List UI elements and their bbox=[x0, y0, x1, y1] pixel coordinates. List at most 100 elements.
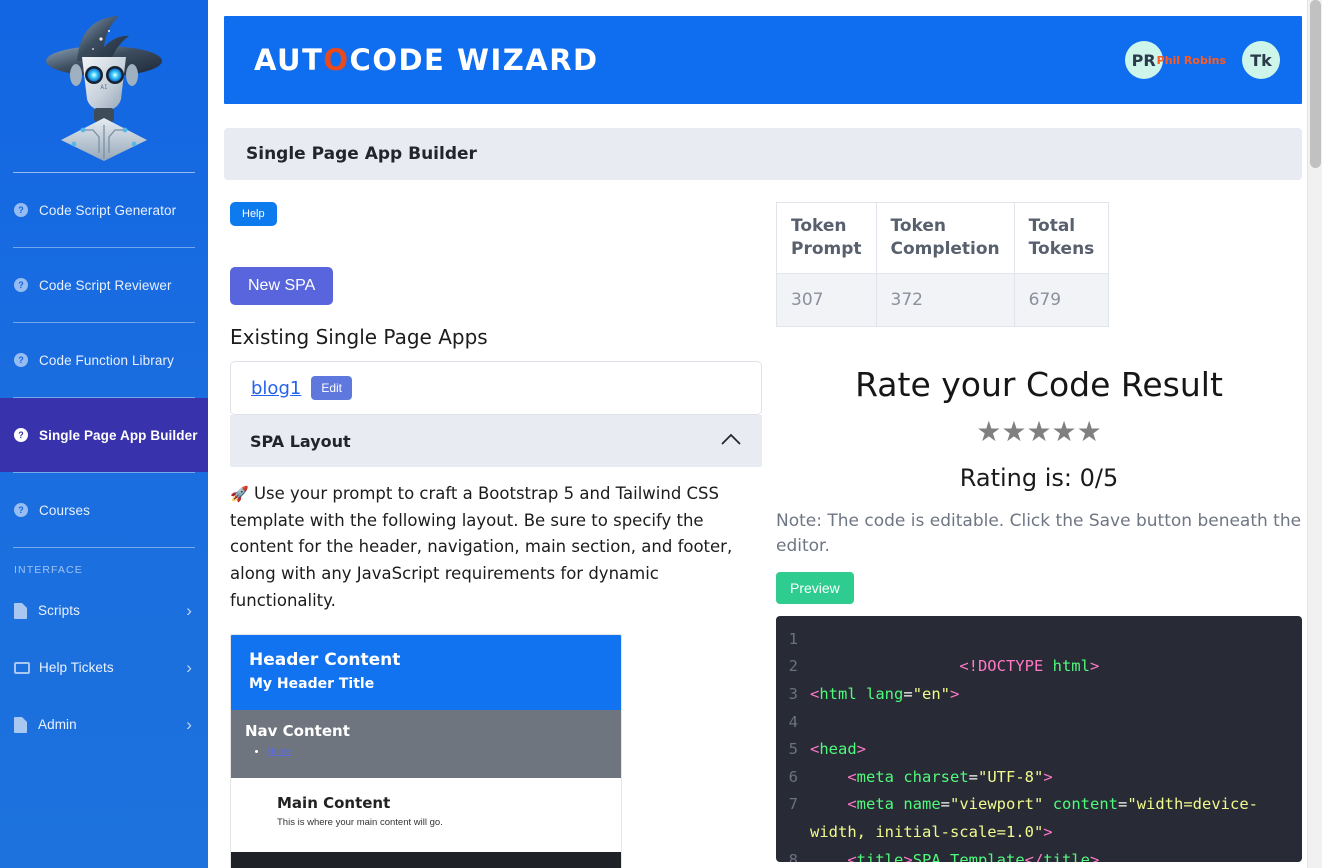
rocket-icon: 🚀 bbox=[230, 485, 249, 503]
wizard-robot-logo-icon: AI bbox=[46, 16, 162, 161]
column-header-token-prompt: Token Prompt bbox=[776, 202, 877, 274]
star-2[interactable]: ★ bbox=[1001, 416, 1026, 447]
sidebar-item-label: Code Script Reviewer bbox=[39, 277, 172, 293]
cell-token-completion: 372 bbox=[875, 272, 1015, 327]
mockup-nav: Nav Content Home bbox=[231, 709, 621, 778]
line-number: 5 bbox=[788, 740, 798, 759]
cell-total-tokens: 679 bbox=[1013, 272, 1110, 327]
help-button[interactable]: Help bbox=[230, 202, 277, 226]
page-title-bar: Single Page App Builder bbox=[224, 128, 1302, 180]
table-header-row: Token Prompt Token Completion Total Toke… bbox=[776, 202, 1110, 274]
new-spa-button[interactable]: New SPA bbox=[230, 267, 334, 305]
star-4[interactable]: ★ bbox=[1052, 416, 1077, 447]
code-line: 3 <html lang="en"> bbox=[784, 681, 1294, 709]
sidebar-item-label: Code Script Generator bbox=[39, 202, 177, 218]
prompt-instructions: 🚀 Use your prompt to craft a Bootstrap 5… bbox=[230, 481, 762, 615]
avatar-secondary[interactable]: Tk bbox=[1242, 41, 1280, 79]
token-usage-table: Token Prompt Token Completion Total Toke… bbox=[776, 202, 1110, 327]
star-rating-widget[interactable]: ★★★★★ bbox=[776, 416, 1302, 447]
sidebar-item-single-page-app-builder[interactable]: ? Single Page App Builder bbox=[0, 398, 208, 472]
sidebar-logo[interactable]: AI bbox=[0, 0, 208, 172]
star-5[interactable]: ★ bbox=[1077, 416, 1102, 447]
question-circle-icon: ? bbox=[14, 278, 28, 292]
scrollbar-thumb[interactable] bbox=[1310, 0, 1321, 168]
cell-token-prompt: 307 bbox=[776, 272, 877, 327]
sidebar-item-code-script-reviewer[interactable]: ? Code Script Reviewer bbox=[0, 248, 208, 322]
mockup-main-title: Main Content bbox=[277, 793, 391, 812]
code-content[interactable]: <head> bbox=[810, 736, 866, 764]
line-number: 2 bbox=[788, 657, 798, 676]
list-item: Home bbox=[267, 746, 607, 756]
brand-accent-letter: O bbox=[323, 43, 350, 77]
sidebar-item-label: Courses bbox=[39, 502, 90, 518]
mockup-main: Main Content This is where your main con… bbox=[231, 777, 621, 852]
mockup-footer: Footer Content bbox=[231, 851, 621, 868]
app-root: AI ? Code Script Generator ? Code Script… bbox=[0, 0, 1322, 868]
brand-part-1: AUT bbox=[254, 43, 324, 77]
top-header-bar: AUTOCODE WIZARD PR Phil Robins Tk bbox=[224, 16, 1302, 104]
sidebar-item-code-function-library[interactable]: ? Code Function Library bbox=[0, 323, 208, 397]
star-3[interactable]: ★ bbox=[1026, 416, 1051, 447]
column-header-token-completion: Token Completion bbox=[875, 202, 1015, 274]
code-line: 7 <meta name="viewport" content="width=d… bbox=[784, 791, 1294, 846]
brand-part-2: CODE WIZARD bbox=[349, 43, 599, 77]
sidebar-section-label: INTERFACE bbox=[14, 564, 83, 576]
code-content[interactable]: <meta charset="UTF-8"> bbox=[810, 764, 1052, 792]
document-icon bbox=[14, 716, 27, 733]
spa-layout-accordion-header[interactable]: SPA Layout bbox=[230, 415, 762, 467]
code-content[interactable]: <title>SPA Template</title> bbox=[810, 847, 1099, 862]
question-circle-icon: ? bbox=[14, 203, 28, 217]
sidebar-item-label: Code Function Library bbox=[39, 352, 174, 368]
right-column: Token Prompt Token Completion Total Toke… bbox=[762, 202, 1302, 868]
editor-note: Note: The code is editable. Click the Sa… bbox=[776, 510, 1302, 557]
question-circle-icon: ? bbox=[14, 503, 28, 517]
mockup-nav-link-home[interactable]: Home bbox=[267, 746, 291, 756]
code-line: 2 <!DOCTYPE html> bbox=[784, 653, 1294, 681]
rating-value-label: Rating is: 0/5 bbox=[959, 463, 1119, 492]
code-line: 6 <meta charset="UTF-8"> bbox=[784, 764, 1294, 792]
code-content[interactable]: <html lang="en"> bbox=[810, 681, 959, 709]
sidebar-item-help-tickets[interactable]: Help Tickets › bbox=[0, 639, 208, 696]
page-scrollbar[interactable] bbox=[1307, 0, 1322, 868]
document-icon bbox=[14, 602, 27, 619]
ticket-icon bbox=[14, 661, 30, 674]
code-content[interactable]: <!DOCTYPE html> bbox=[810, 653, 1099, 681]
sidebar-item-admin[interactable]: Admin › bbox=[0, 696, 208, 753]
sidebar-item-label: Help Tickets bbox=[39, 660, 114, 675]
sidebar-item-label: Single Page App Builder bbox=[39, 427, 198, 443]
chevron-right-icon: › bbox=[186, 658, 192, 677]
app-link-blog1[interactable]: blog1 bbox=[251, 378, 301, 399]
existing-app-row: blog1 Edit bbox=[230, 361, 762, 415]
line-number: 1 bbox=[788, 629, 798, 648]
mockup-header-title: Header Content bbox=[249, 649, 401, 670]
sidebar-item-label: Admin bbox=[38, 717, 77, 732]
table-row: 307 372 679 bbox=[776, 272, 1110, 327]
left-column: Help New SPA Existing Single Page Apps b… bbox=[224, 202, 762, 868]
preview-button[interactable]: Preview bbox=[776, 571, 854, 604]
sidebar-item-scripts[interactable]: Scripts › bbox=[0, 582, 208, 639]
mockup-nav-list: Home bbox=[245, 746, 607, 756]
code-content[interactable]: <meta name="viewport" content="width=dev… bbox=[810, 791, 1294, 846]
page-title: Single Page App Builder bbox=[246, 144, 477, 164]
sidebar-item-courses[interactable]: ? Courses bbox=[0, 473, 208, 547]
code-line: 5 <head> bbox=[784, 736, 1294, 764]
prompt-text: Use your prompt to craft a Bootstrap 5 a… bbox=[230, 484, 733, 610]
edit-button[interactable]: Edit bbox=[311, 376, 353, 400]
question-circle-icon: ? bbox=[14, 428, 28, 442]
line-number: 3 bbox=[788, 685, 798, 704]
sidebar-item-code-script-generator[interactable]: ? Code Script Generator bbox=[0, 173, 208, 247]
question-circle-icon: ? bbox=[14, 353, 28, 367]
brand-logo-text: AUTOCODE WIZARD bbox=[254, 43, 599, 77]
star-1[interactable]: ★ bbox=[976, 416, 1001, 447]
line-number: 8 bbox=[788, 850, 798, 862]
column-header-total-tokens: Total Tokens bbox=[1013, 202, 1110, 274]
rate-heading: Rate your Code Result bbox=[855, 364, 1223, 404]
code-line: 8 <title>SPA Template</title> bbox=[784, 847, 1294, 862]
code-editor[interactable]: 1 2 <!DOCTYPE html> 3 <html lang="en"> 4 … bbox=[776, 615, 1302, 862]
chevron-up-svg bbox=[721, 433, 741, 445]
mockup-header-subtitle: My Header Title bbox=[249, 675, 375, 692]
main-area: AUTOCODE WIZARD PR Phil Robins Tk Single… bbox=[208, 0, 1322, 868]
chevron-up-icon[interactable] bbox=[720, 431, 742, 451]
mockup-header: Header Content My Header Title bbox=[231, 634, 621, 710]
code-line: 1 bbox=[784, 626, 1294, 654]
